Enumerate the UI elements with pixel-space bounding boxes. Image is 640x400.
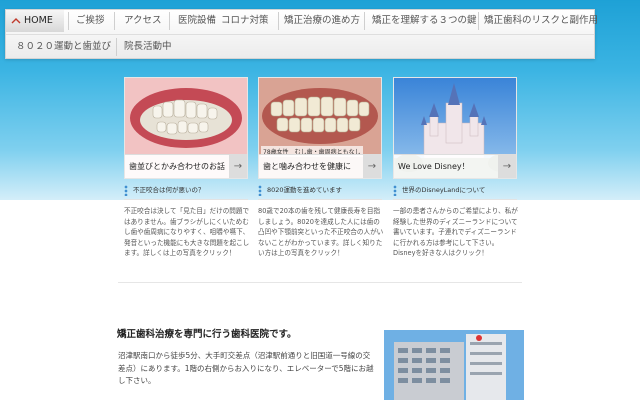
clinic-access-text: 沼津駅南口から徒歩5分、大手町交差点（沼津駅前通りと旧国道一号線の交差点）にあり… <box>118 351 374 385</box>
divider <box>118 282 522 283</box>
nav-access[interactable]: アクセス <box>124 10 162 32</box>
nav-home[interactable]: HOME <box>6 10 64 32</box>
nav-divider <box>116 38 117 56</box>
clinic-heading: 矯正歯科治療を専門に行う歯科医院です。 <box>117 329 297 340</box>
nav-row-divider <box>6 34 594 35</box>
card-description: 80歳で20本の歯を残して健康長寿を目指しましょう。8020を達成した人には歯の… <box>258 207 384 257</box>
banner-text: 歯並びとかみ合わせのお話 <box>129 162 225 171</box>
8020-article-card[interactable]: 78歳女性 むし歯・歯周病ともなし 歯と噛み合わせを健康に → <box>258 77 382 179</box>
teeth-article-card[interactable]: 歯並びとかみ合わせのお話 → <box>124 77 248 179</box>
banner-text: We Love Disney！ <box>398 162 470 171</box>
nav-divider <box>68 12 69 30</box>
section-heading: 世界のDisneyLandについて <box>393 183 517 200</box>
nav-treatment-flow[interactable]: 矯正治療の進め方 <box>284 10 360 32</box>
card-banner: We Love Disney！ → <box>394 154 516 178</box>
nav-8020[interactable]: ８０２０運動と歯並び <box>16 36 111 58</box>
nav-facilities[interactable]: 医院設備 <box>178 10 216 32</box>
nav-director[interactable]: 院長活動中 <box>124 36 172 58</box>
disney-article-card[interactable]: We Love Disney！ → <box>393 77 517 179</box>
home-icon <box>11 18 21 24</box>
section-heading: 不正咬合は何が悪いの？ <box>124 183 248 200</box>
arrow-right-icon: → <box>229 155 247 178</box>
nav-divider <box>278 12 279 30</box>
nav-divider <box>169 12 170 30</box>
nav-risks[interactable]: 矯正歯科のリスクと副作用 <box>484 10 598 32</box>
nav-label: HOME <box>24 15 53 26</box>
nav-covid[interactable]: コロナ対策 <box>221 10 269 32</box>
card-description: 不正咬合は決して「見た目」だけの問題ではありません。歯ブラシがしにくいためむし歯… <box>124 207 250 257</box>
arrow-right-icon: → <box>498 155 516 178</box>
bullet-icon <box>393 184 397 196</box>
banner-text: 歯と噛み合わせを健康に <box>263 162 351 171</box>
nav-greeting[interactable]: ご挨拶 <box>76 10 105 32</box>
card-banner: 歯並びとかみ合わせのお話 → <box>125 154 247 178</box>
bullet-icon <box>124 184 128 196</box>
nav-divider <box>114 12 115 30</box>
nav-three-keys[interactable]: 矯正を理解する３つの鍵 <box>372 10 477 32</box>
bullet-icon <box>258 184 262 196</box>
nav-divider <box>364 12 365 30</box>
nav-divider <box>478 12 479 30</box>
section-heading: 8020運動を進めています <box>258 183 382 200</box>
clinic-building-photo <box>384 330 524 400</box>
card-banner: 歯と噛み合わせを健康に → <box>259 154 381 178</box>
card-description: 一部の患者さんからのご希望により、私が経験した世界のディズニーランドについて書い… <box>393 207 518 257</box>
main-navigation: HOME ご挨拶 アクセス 医院設備 コロナ対策 矯正治療の進め方 矯正を理解す… <box>5 9 598 59</box>
arrow-right-icon: → <box>363 155 381 178</box>
